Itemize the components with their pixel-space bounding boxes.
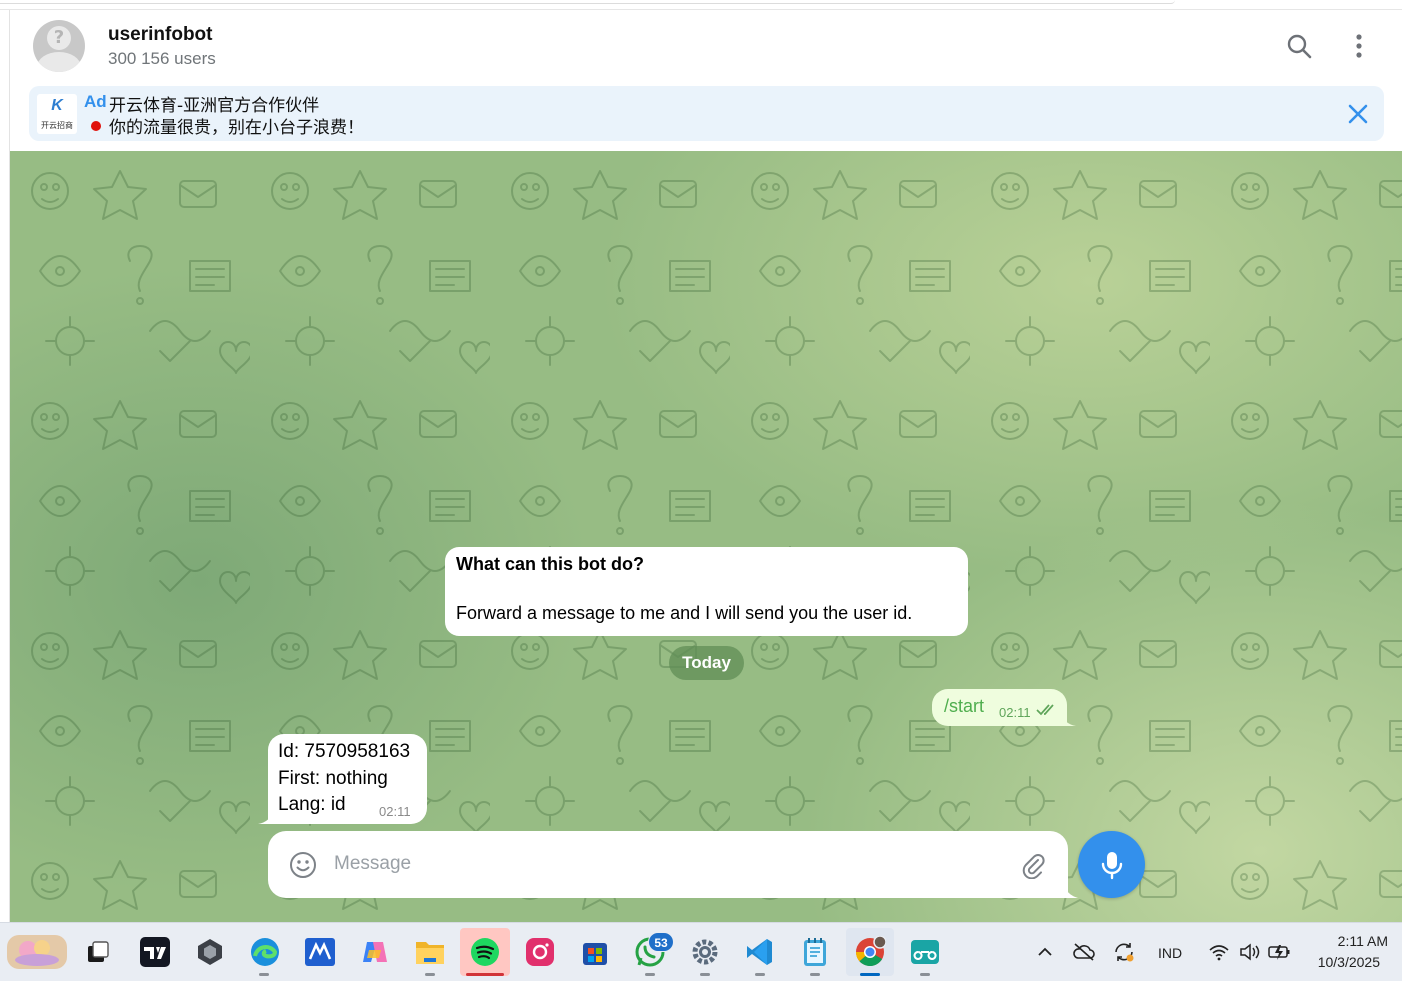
search-icon: [1287, 34, 1312, 59]
tray-volume[interactable]: [1234, 936, 1266, 968]
taskbar-widgets[interactable]: [5, 932, 69, 972]
taskbar-tradingview[interactable]: [135, 932, 175, 972]
taskbar-vscode[interactable]: [740, 932, 780, 972]
incoming-message[interactable]: Id: 7570958163 First: nothing Lang: id 0…: [268, 734, 427, 824]
red-dot-icon: [91, 121, 101, 131]
taskbar-task-view[interactable]: [78, 932, 118, 972]
user-placeholder-icon: ?: [47, 26, 71, 50]
notepad-icon: [804, 938, 826, 966]
outgoing-message[interactable]: /start 02:11: [932, 689, 1067, 726]
emoji-button[interactable]: [286, 848, 320, 882]
wifi-icon: [1209, 945, 1229, 961]
tray-sync[interactable]: [1108, 936, 1140, 968]
windows-taskbar: 53 IND 2:11 AM 10/3/2025: [0, 922, 1402, 981]
clock-time[interactable]: 2:11 AM: [1308, 933, 1388, 949]
doodle-pattern: [10, 151, 1402, 922]
left-edge: [0, 10, 10, 922]
bot-description-title: What can this bot do?: [456, 554, 644, 574]
tradingview-icon: [140, 937, 170, 967]
settings-icon: [692, 939, 718, 965]
tray-onedrive[interactable]: [1068, 936, 1100, 968]
browser-top-strip: [0, 0, 1402, 10]
chat-title[interactable]: userinfobot: [108, 24, 213, 46]
taskbar-file-explorer[interactable]: [410, 932, 450, 972]
message-time: 02:11: [999, 705, 1031, 720]
more-vertical-icon: [1356, 34, 1362, 58]
clock-date[interactable]: 10/3/2025: [1302, 954, 1380, 970]
copilot-icon: [363, 942, 387, 962]
message-text: /start: [944, 696, 985, 716]
edge-icon: [251, 938, 279, 966]
chat-header: ? userinfobot 300 156 users: [10, 10, 1402, 82]
ad-close-button[interactable]: [1341, 97, 1375, 131]
store-icon: [583, 943, 607, 965]
message-input[interactable]: [334, 846, 994, 882]
more-menu-button[interactable]: [1341, 28, 1377, 64]
taskbar-settings[interactable]: [685, 932, 725, 972]
taskbar-instagram[interactable]: [520, 932, 560, 972]
bot-description-text: Forward a message to me and I will send …: [456, 603, 913, 623]
microphone-icon: [1101, 851, 1122, 879]
m-app-icon: [305, 938, 335, 966]
taskbar-spotify[interactable]: [460, 928, 510, 976]
tray-battery[interactable]: [1264, 936, 1296, 968]
taskbar-m-app[interactable]: [300, 932, 340, 972]
taskbar-cube-app[interactable]: [190, 932, 230, 972]
chevron-up-icon: [1038, 947, 1052, 956]
message-line-lang: Lang: id: [278, 794, 346, 815]
voice-record-button[interactable]: [1078, 831, 1145, 898]
double-check-icon: [1036, 704, 1054, 716]
attach-button[interactable]: [1016, 848, 1050, 882]
weather-widget-icon: [7, 935, 67, 969]
folder-icon: [416, 942, 444, 964]
close-icon: [1348, 104, 1368, 124]
member-count: 300 156 users: [108, 49, 216, 68]
message-composer: [268, 831, 1068, 898]
taskbar-copilot[interactable]: [355, 932, 395, 972]
task-view-icon: [88, 941, 109, 962]
message-time: 02:11: [379, 804, 411, 819]
cloud-offline-icon: [1073, 943, 1095, 961]
spotify-icon: [471, 938, 499, 966]
taskbar-edge[interactable]: [245, 932, 285, 972]
paperclip-icon: [1022, 854, 1045, 879]
chat-area: What can this bot do? Forward a message …: [10, 151, 1402, 922]
cube-app-icon: [198, 939, 222, 965]
whatsapp-unread-badge: 53: [648, 932, 674, 952]
volume-icon: [1240, 943, 1260, 961]
ad-logo: K 开云招商: [37, 94, 77, 134]
sponsored-banner[interactable]: K 开云招商 Ad 开云体育-亚洲官方合作伙伴 你的流量很贵，别在小台子浪费！: [29, 86, 1384, 141]
input-language[interactable]: IND: [1158, 945, 1182, 961]
vscode-icon: [747, 939, 772, 965]
ad-label: Ad: [84, 92, 107, 111]
ad-text: 你的流量很贵，别在小台子浪费！: [109, 118, 364, 138]
date-separator: Today: [669, 646, 744, 680]
tray-overflow-button[interactable]: [1029, 936, 1061, 968]
search-button[interactable]: [1281, 28, 1317, 64]
sync-icon: [1115, 943, 1134, 962]
emoji-icon: [290, 852, 316, 878]
taskbar-notepad[interactable]: [795, 932, 835, 972]
instagram-icon: [526, 938, 554, 966]
telegram-window: ? userinfobot 300 156 users K 开云招商 Ad 开云…: [0, 0, 1402, 981]
battery-charging-icon: [1268, 945, 1290, 960]
taskbar-store[interactable]: [575, 932, 615, 972]
bot-description-card: What can this bot do? Forward a message …: [445, 547, 968, 636]
tray-wifi[interactable]: [1203, 936, 1235, 968]
chrome-icon: [855, 936, 886, 967]
avatar[interactable]: ?: [33, 20, 85, 72]
taskbar-arduino[interactable]: [905, 932, 945, 972]
arduino-icon: [911, 940, 939, 964]
taskbar-chrome[interactable]: [846, 928, 894, 976]
message-line-id: Id: 7570958163: [278, 741, 411, 762]
message-line-first: First: nothing: [278, 768, 388, 789]
